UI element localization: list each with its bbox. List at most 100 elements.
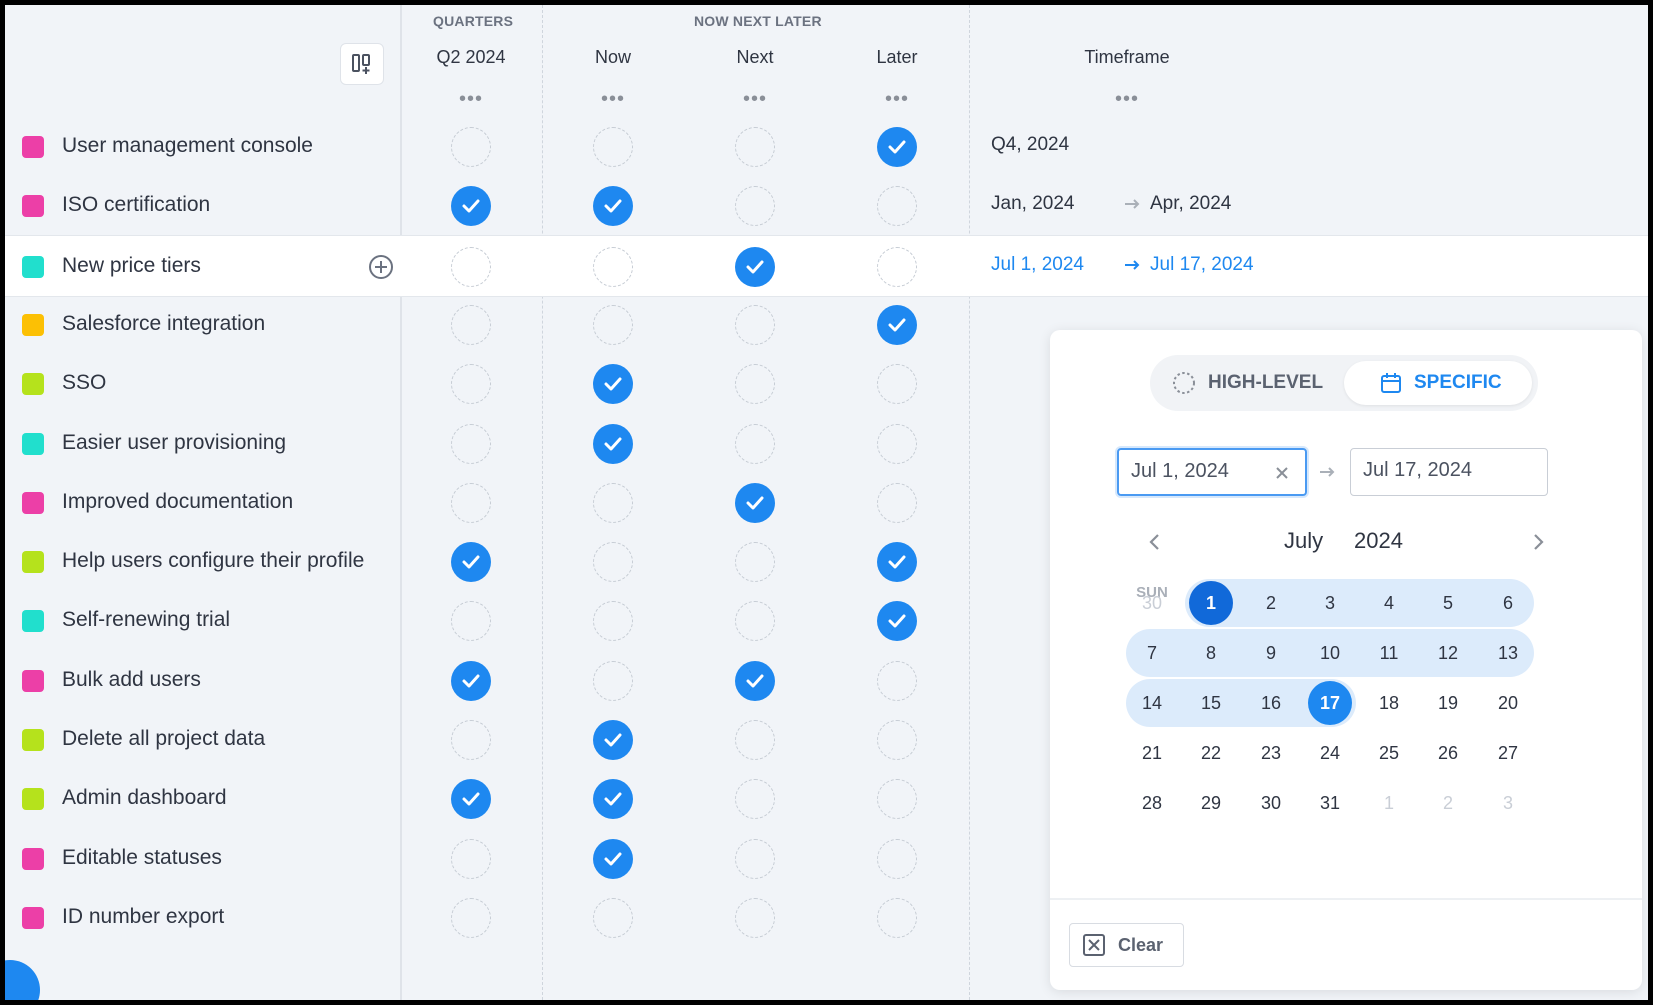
empty-circle[interactable] — [735, 186, 775, 227]
feature-name[interactable]: ID number export — [62, 905, 224, 929]
start-date-input[interactable]: Jul 1, 2024 — [1117, 448, 1307, 496]
empty-circle[interactable] — [735, 601, 775, 642]
empty-circle[interactable] — [735, 304, 775, 345]
empty-circle[interactable] — [593, 127, 633, 167]
calendar-day[interactable]: 2 — [1426, 781, 1470, 825]
calendar-day[interactable]: 6 — [1486, 581, 1530, 625]
calendar-day[interactable]: 18 — [1367, 681, 1411, 725]
empty-circle[interactable] — [735, 542, 775, 583]
feature-name[interactable]: Delete all project data — [62, 727, 265, 751]
empty-circle[interactable] — [451, 127, 491, 167]
clear-x-icon[interactable] — [1275, 466, 1289, 480]
chevron-left-icon[interactable] — [1145, 530, 1165, 554]
end-date-input[interactable]: Jul 17, 2024 — [1350, 448, 1548, 496]
empty-circle[interactable] — [735, 720, 775, 760]
empty-circle[interactable] — [877, 779, 917, 820]
help-launcher[interactable] — [5, 960, 40, 1000]
feature-name[interactable]: Admin dashboard — [62, 786, 227, 810]
more-horizontal-icon[interactable]: ••• — [601, 89, 625, 109]
feature-name[interactable]: Salesforce integration — [62, 312, 265, 336]
calendar-day[interactable]: 13 — [1486, 631, 1530, 675]
feature-name[interactable]: Easier user provisioning — [62, 431, 286, 455]
empty-circle[interactable] — [593, 660, 633, 701]
empty-circle[interactable] — [451, 364, 491, 405]
empty-circle[interactable] — [877, 423, 917, 464]
checked-circle[interactable] — [877, 601, 917, 642]
empty-circle[interactable] — [735, 838, 775, 879]
checked-circle[interactable] — [593, 364, 633, 405]
empty-circle[interactable] — [451, 720, 491, 760]
empty-circle[interactable] — [877, 246, 917, 287]
add-circle-icon[interactable] — [368, 254, 394, 280]
feature-name[interactable]: User management console — [62, 134, 313, 158]
calendar-day[interactable]: 30 — [1249, 781, 1293, 825]
checked-circle[interactable] — [593, 838, 633, 879]
calendar-day[interactable]: 2 — [1249, 581, 1293, 625]
empty-circle[interactable] — [877, 838, 917, 879]
clear-button[interactable]: Clear — [1069, 923, 1184, 967]
empty-circle[interactable] — [877, 897, 917, 938]
column-header-next[interactable]: Next — [736, 47, 773, 68]
checked-circle[interactable] — [593, 720, 633, 760]
calendar-day[interactable]: 21 — [1130, 731, 1174, 775]
feature-row[interactable]: User management console Q4, 2024 — [5, 116, 1648, 178]
calendar-day[interactable]: 29 — [1189, 781, 1233, 825]
feature-name[interactable]: Bulk add users — [62, 668, 201, 692]
calendar-day[interactable]: 3 — [1486, 781, 1530, 825]
timeframe-end[interactable]: Apr, 2024 — [1150, 193, 1231, 215]
feature-name[interactable]: Improved documentation — [62, 490, 293, 514]
column-header-q2[interactable]: Q2 2024 — [436, 47, 505, 68]
empty-circle[interactable] — [877, 186, 917, 227]
calendar-day[interactable]: 8 — [1189, 631, 1233, 675]
timeframe-start[interactable]: Jul 1, 2024 — [991, 254, 1084, 276]
checked-circle[interactable] — [735, 246, 775, 287]
checked-circle[interactable] — [593, 779, 633, 820]
column-header-now[interactable]: Now — [595, 47, 631, 68]
calendar-day[interactable]: 5 — [1426, 581, 1470, 625]
calendar-day[interactable]: 23 — [1249, 731, 1293, 775]
checked-circle[interactable] — [877, 304, 917, 345]
column-header-later[interactable]: Later — [876, 47, 917, 68]
more-horizontal-icon[interactable]: ••• — [743, 89, 767, 109]
more-horizontal-icon[interactable]: ••• — [1115, 89, 1139, 109]
calendar-day[interactable]: 30 — [1130, 581, 1174, 625]
empty-circle[interactable] — [593, 601, 633, 642]
checked-circle[interactable] — [877, 542, 917, 583]
calendar-day[interactable]: 24 — [1308, 731, 1352, 775]
feature-row[interactable]: ISO certification Jan, 2024 Apr, 2024 — [5, 175, 1648, 237]
checked-circle[interactable] — [451, 186, 491, 227]
empty-circle[interactable] — [451, 482, 491, 523]
checked-circle[interactable] — [451, 542, 491, 583]
timeframe-start[interactable]: Q4, 2024 — [991, 134, 1069, 156]
mode-specific-button[interactable]: SPECIFIC — [1344, 361, 1532, 405]
checked-circle[interactable] — [593, 186, 633, 227]
empty-circle[interactable] — [451, 246, 491, 287]
add-column-button[interactable] — [340, 43, 384, 85]
empty-circle[interactable] — [735, 897, 775, 938]
empty-circle[interactable] — [877, 660, 917, 701]
empty-circle[interactable] — [877, 482, 917, 523]
empty-circle[interactable] — [877, 720, 917, 760]
feature-name[interactable]: Editable statuses — [62, 846, 222, 870]
calendar-day[interactable]: 3 — [1308, 581, 1352, 625]
calendar-day[interactable]: 7 — [1130, 631, 1174, 675]
calendar-day[interactable]: 14 — [1130, 681, 1174, 725]
checked-circle[interactable] — [593, 423, 633, 464]
checked-circle[interactable] — [877, 127, 917, 167]
empty-circle[interactable] — [735, 127, 775, 167]
calendar-day[interactable]: 26 — [1426, 731, 1470, 775]
calendar-day[interactable]: 28 — [1130, 781, 1174, 825]
more-horizontal-icon[interactable]: ••• — [885, 89, 909, 109]
feature-row[interactable]: New price tiers Jul 1, 2024 Jul 17, 2024 — [5, 234, 1648, 297]
feature-name[interactable]: Help users configure their profile — [62, 549, 364, 573]
empty-circle[interactable] — [451, 423, 491, 464]
calendar-day[interactable]: 25 — [1367, 731, 1411, 775]
empty-circle[interactable] — [735, 364, 775, 405]
calendar-day[interactable]: 4 — [1367, 581, 1411, 625]
column-header-timeframe[interactable]: Timeframe — [1084, 47, 1169, 68]
empty-circle[interactable] — [877, 364, 917, 405]
calendar-day[interactable]: 27 — [1486, 731, 1530, 775]
calendar-day[interactable]: 17 — [1308, 681, 1352, 725]
calendar-day[interactable]: 12 — [1426, 631, 1470, 675]
checked-circle[interactable] — [451, 660, 491, 701]
